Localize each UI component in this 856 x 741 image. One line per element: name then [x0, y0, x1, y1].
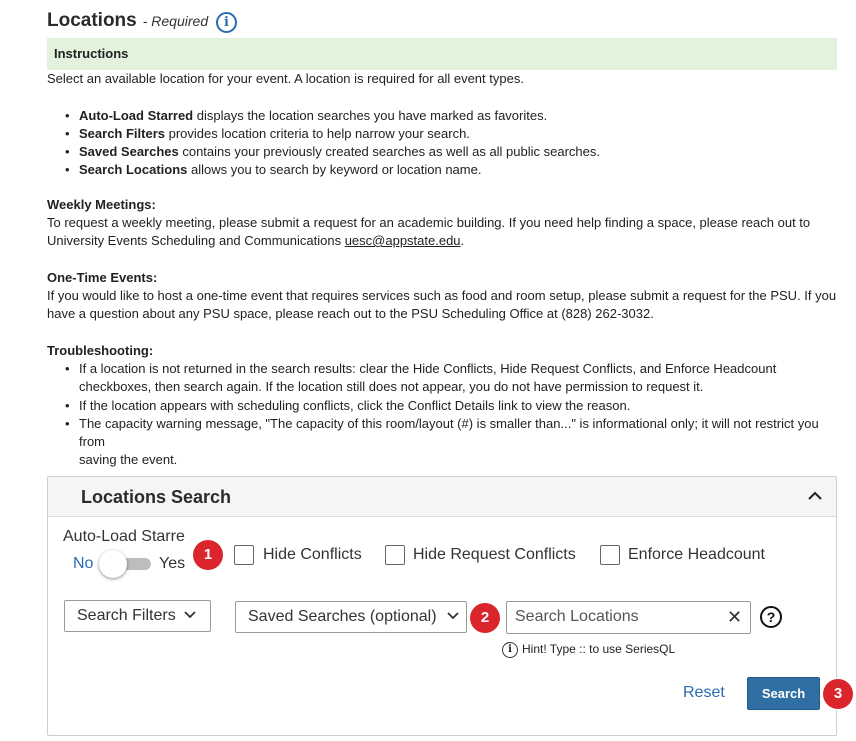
panel-header[interactable]: Locations Search: [48, 477, 836, 517]
hide-request-conflicts-label[interactable]: Hide Request Conflicts: [413, 546, 576, 564]
step-badge-3: 3: [823, 679, 853, 709]
instructions-heading: Instructions: [47, 38, 837, 70]
weekly-text-line1: To request a weekly meeting, please subm…: [47, 215, 811, 230]
close-icon[interactable]: ✕: [727, 607, 742, 628]
seriesql-hint: Hint! Type :: to use SeriesQL: [522, 642, 676, 656]
step-badge-1: 1: [193, 540, 223, 570]
page-title: Locations: [47, 10, 137, 31]
list-item: Search Locations allows you to search by…: [65, 161, 840, 179]
weekly-text-line2: University Events Scheduling and Communi…: [47, 233, 465, 248]
enforce-headcount-checkbox[interactable]: [600, 545, 620, 565]
auto-load-label: Auto-Load Starre: [63, 528, 185, 545]
required-label: - Required: [142, 13, 209, 29]
onetime-heading: One-Time Events:: [47, 270, 158, 285]
list-item: The capacity warning message, "The capac…: [65, 415, 840, 469]
saved-searches-dropdown[interactable]: Saved Searches (optional): [235, 601, 467, 633]
chevron-up-icon[interactable]: [808, 489, 822, 503]
hide-conflicts-checkbox[interactable]: [234, 545, 254, 565]
page-header: Locations - Required: [47, 10, 208, 32]
weekly-heading: Weekly Meetings:: [47, 197, 156, 212]
list-item: If a location is not returned in the sea…: [65, 360, 840, 396]
list-item: Auto-Load Starred displays the location …: [65, 107, 840, 125]
hide-request-conflicts-checkbox[interactable]: [385, 545, 405, 565]
step-badge-2: 2: [470, 603, 500, 633]
hide-conflicts-label[interactable]: Hide Conflicts: [263, 546, 362, 564]
reset-button[interactable]: Reset: [683, 684, 725, 702]
search-locations-input[interactable]: Search Locations: [506, 601, 751, 634]
enforce-headcount-label[interactable]: Enforce Headcount: [628, 546, 765, 564]
instructions-intro: Select an available location for your ev…: [47, 71, 524, 86]
chevron-down-icon: [184, 611, 196, 619]
toggle-knob[interactable]: [99, 550, 127, 578]
list-item: If the location appears with scheduling …: [65, 397, 840, 415]
chevron-down-icon: [446, 612, 459, 620]
info-icon[interactable]: i: [216, 12, 237, 33]
panel-title: Locations Search: [81, 487, 232, 507]
search-button[interactable]: Search: [747, 677, 820, 710]
email-link[interactable]: uesc@appstate.edu: [345, 233, 461, 248]
toggle-yes-label: Yes: [159, 555, 186, 572]
search-filters-dropdown[interactable]: Search Filters: [64, 600, 211, 632]
onetime-text-line1: If you would like to host a one-time eve…: [47, 288, 837, 303]
list-item: Search Filters provides location criteri…: [65, 125, 840, 143]
info-icon: i: [502, 642, 518, 658]
help-icon[interactable]: ?: [760, 606, 782, 628]
toggle-no-label: No: [73, 555, 94, 572]
list-item: Saved Searches contains your previously …: [65, 143, 840, 161]
troubleshooting-heading: Troubleshooting:: [47, 343, 154, 358]
onetime-text-line2: have a question about any PSU space, ple…: [47, 306, 654, 321]
